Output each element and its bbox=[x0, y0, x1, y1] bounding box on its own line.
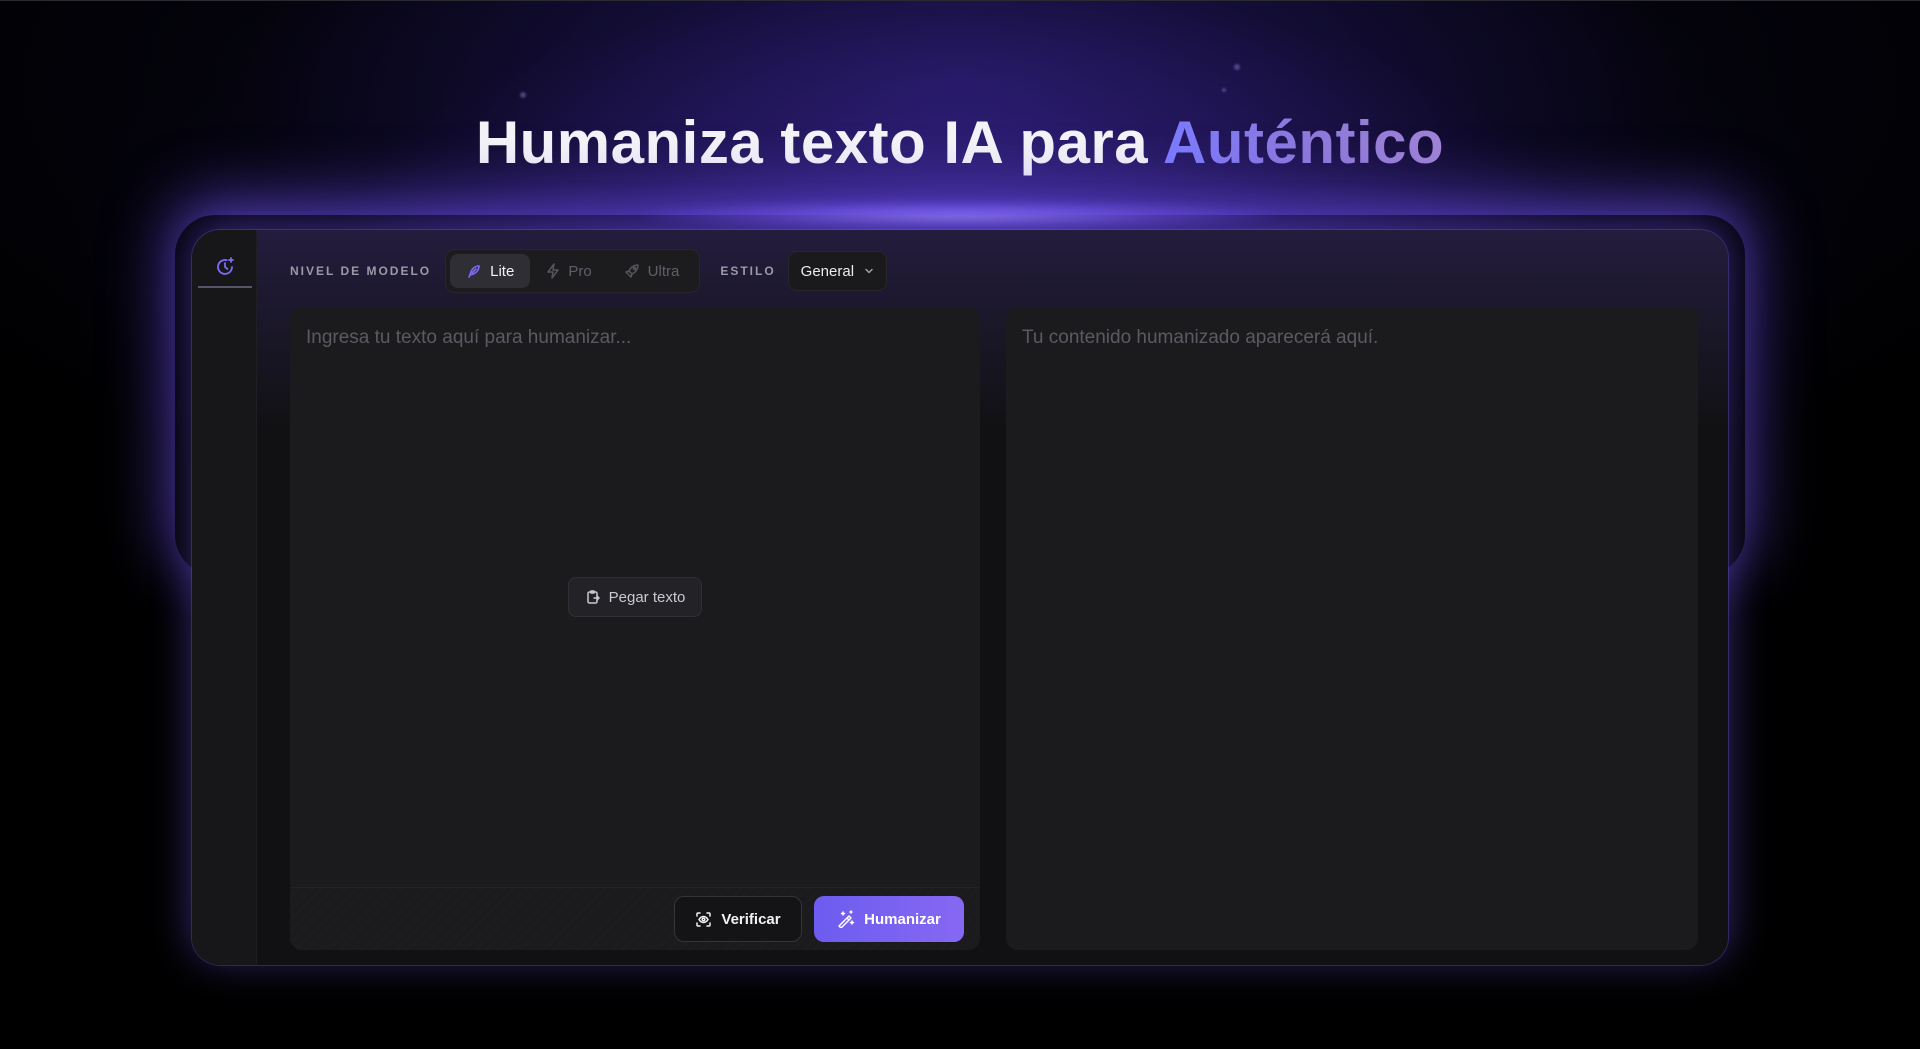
sparkle-dot bbox=[1222, 88, 1226, 92]
scan-eye-icon bbox=[695, 911, 712, 928]
model-option-lite[interactable]: Lite bbox=[450, 254, 531, 288]
model-option-label: Lite bbox=[490, 262, 515, 280]
style-select-value: General bbox=[800, 262, 855, 280]
page: Humaniza texto IA para Auténtico NIVEL D… bbox=[0, 0, 1920, 1049]
humanizer-panel: NIVEL DE MODELO Lite Pro Ultra ESTILO Ge… bbox=[192, 230, 1728, 965]
output-panel: Tu contenido humanizado aparecerá aquí. bbox=[1006, 307, 1698, 950]
humanize-button[interactable]: Humanizar bbox=[814, 896, 964, 942]
toolbar: NIVEL DE MODELO Lite Pro Ultra ESTILO Ge… bbox=[290, 249, 888, 293]
lightning-icon bbox=[546, 263, 560, 279]
editor-footer: Verificar Humanizar bbox=[290, 887, 980, 950]
hero-title-accent: Auténtico bbox=[1163, 109, 1445, 176]
style-label: ESTILO bbox=[720, 264, 776, 278]
top-border bbox=[0, 0, 1920, 1]
style-select[interactable]: General bbox=[787, 251, 888, 291]
humanize-label: Humanizar bbox=[864, 910, 941, 928]
input-editor: Pegar texto Verificar bbox=[290, 307, 980, 950]
magic-wand-icon bbox=[837, 910, 855, 928]
clipboard-icon bbox=[585, 589, 601, 605]
history-sparkle-icon bbox=[214, 256, 236, 278]
paste-text-label: Pegar texto bbox=[608, 588, 686, 606]
model-option-label: Pro bbox=[568, 262, 592, 280]
paste-text-button[interactable]: Pegar texto bbox=[568, 577, 702, 617]
model-level-selector: Lite Pro Ultra bbox=[445, 249, 701, 293]
chevron-down-icon bbox=[864, 266, 874, 276]
model-option-pro[interactable]: Pro bbox=[530, 254, 607, 288]
rocket-icon bbox=[624, 263, 640, 279]
model-option-label: Ultra bbox=[647, 262, 680, 280]
feather-icon bbox=[466, 263, 482, 279]
hero-title: Humaniza texto IA para Auténtico bbox=[0, 108, 1920, 177]
output-placeholder: Tu contenido humanizado aparecerá aquí. bbox=[1022, 327, 1379, 348]
rail-tab-history[interactable] bbox=[198, 248, 252, 288]
model-level-label: NIVEL DE MODELO bbox=[290, 264, 432, 278]
verify-label: Verificar bbox=[721, 910, 781, 928]
verify-button[interactable]: Verificar bbox=[674, 896, 802, 942]
model-option-ultra[interactable]: Ultra bbox=[608, 254, 696, 288]
glow-arc bbox=[640, 200, 1280, 230]
sparkle-dot bbox=[1234, 64, 1240, 70]
side-rail bbox=[192, 230, 257, 965]
hero-title-main: Humaniza texto IA para bbox=[475, 109, 1164, 176]
sparkle-dot bbox=[520, 92, 526, 98]
